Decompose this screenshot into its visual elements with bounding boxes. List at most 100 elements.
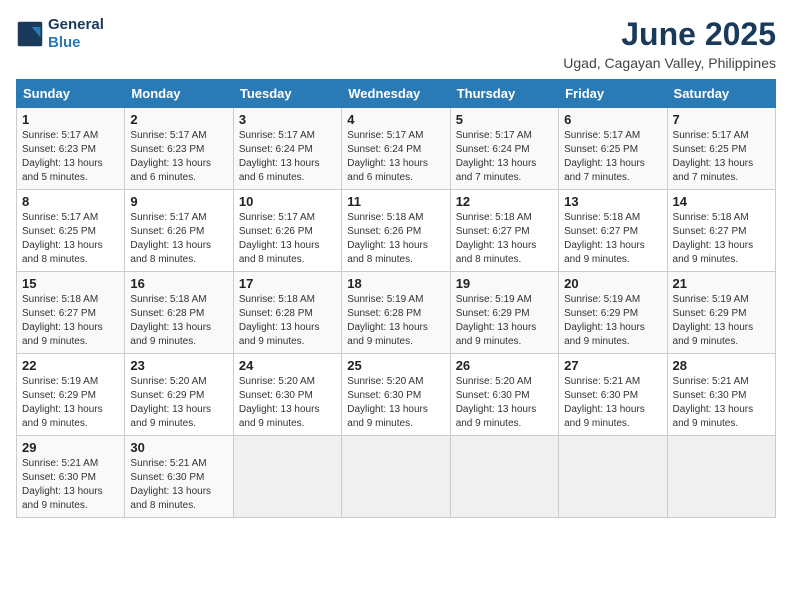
day-number: 23 xyxy=(130,358,227,373)
day-info: Sunrise: 5:17 AMSunset: 6:26 PMDaylight:… xyxy=(130,211,227,267)
day-number: 14 xyxy=(673,194,770,209)
day-cell: 16 Sunrise: 5:18 AMSunset: 6:28 PMDaylig… xyxy=(125,272,233,354)
day-cell: 2 Sunrise: 5:17 AMSunset: 6:23 PMDayligh… xyxy=(125,108,233,190)
day-info: Sunrise: 5:20 AMSunset: 6:30 PMDaylight:… xyxy=(456,375,553,431)
day-info: Sunrise: 5:17 AMSunset: 6:26 PMDaylight:… xyxy=(239,211,336,267)
day-number: 3 xyxy=(239,112,336,127)
day-cell: 6 Sunrise: 5:17 AMSunset: 6:25 PMDayligh… xyxy=(559,108,667,190)
day-number: 21 xyxy=(673,276,770,291)
day-number: 24 xyxy=(239,358,336,373)
day-number: 16 xyxy=(130,276,227,291)
day-info: Sunrise: 5:18 AMSunset: 6:28 PMDaylight:… xyxy=(239,293,336,349)
day-info: Sunrise: 5:19 AMSunset: 6:29 PMDaylight:… xyxy=(456,293,553,349)
day-info: Sunrise: 5:20 AMSunset: 6:30 PMDaylight:… xyxy=(347,375,444,431)
day-info: Sunrise: 5:20 AMSunset: 6:29 PMDaylight:… xyxy=(130,375,227,431)
day-info: Sunrise: 5:19 AMSunset: 6:28 PMDaylight:… xyxy=(347,293,444,349)
day-cell: 1 Sunrise: 5:17 AMSunset: 6:23 PMDayligh… xyxy=(17,108,125,190)
day-cell: 14 Sunrise: 5:18 AMSunset: 6:27 PMDaylig… xyxy=(667,190,775,272)
day-cell: 23 Sunrise: 5:20 AMSunset: 6:29 PMDaylig… xyxy=(125,354,233,436)
day-info: Sunrise: 5:21 AMSunset: 6:30 PMDaylight:… xyxy=(564,375,661,431)
col-header-thursday: Thursday xyxy=(450,80,558,108)
day-info: Sunrise: 5:19 AMSunset: 6:29 PMDaylight:… xyxy=(673,293,770,349)
day-cell: 30 Sunrise: 5:21 AMSunset: 6:30 PMDaylig… xyxy=(125,436,233,518)
day-cell xyxy=(450,436,558,518)
day-cell: 19 Sunrise: 5:19 AMSunset: 6:29 PMDaylig… xyxy=(450,272,558,354)
day-cell: 5 Sunrise: 5:17 AMSunset: 6:24 PMDayligh… xyxy=(450,108,558,190)
day-cell: 10 Sunrise: 5:17 AMSunset: 6:26 PMDaylig… xyxy=(233,190,341,272)
day-info: Sunrise: 5:18 AMSunset: 6:27 PMDaylight:… xyxy=(564,211,661,267)
day-cell: 12 Sunrise: 5:18 AMSunset: 6:27 PMDaylig… xyxy=(450,190,558,272)
day-number: 8 xyxy=(22,194,119,209)
header-row: SundayMondayTuesdayWednesdayThursdayFrid… xyxy=(17,80,776,108)
week-row-3: 15 Sunrise: 5:18 AMSunset: 6:27 PMDaylig… xyxy=(17,272,776,354)
location-subtitle: Ugad, Cagayan Valley, Philippines xyxy=(563,55,776,71)
day-number: 7 xyxy=(673,112,770,127)
day-cell: 15 Sunrise: 5:18 AMSunset: 6:27 PMDaylig… xyxy=(17,272,125,354)
day-cell xyxy=(233,436,341,518)
day-number: 27 xyxy=(564,358,661,373)
day-info: Sunrise: 5:17 AMSunset: 6:25 PMDaylight:… xyxy=(564,129,661,185)
day-number: 11 xyxy=(347,194,444,209)
week-row-1: 1 Sunrise: 5:17 AMSunset: 6:23 PMDayligh… xyxy=(17,108,776,190)
day-info: Sunrise: 5:17 AMSunset: 6:25 PMDaylight:… xyxy=(673,129,770,185)
col-header-tuesday: Tuesday xyxy=(233,80,341,108)
day-cell: 18 Sunrise: 5:19 AMSunset: 6:28 PMDaylig… xyxy=(342,272,450,354)
day-number: 17 xyxy=(239,276,336,291)
day-cell: 11 Sunrise: 5:18 AMSunset: 6:26 PMDaylig… xyxy=(342,190,450,272)
col-header-monday: Monday xyxy=(125,80,233,108)
day-info: Sunrise: 5:18 AMSunset: 6:27 PMDaylight:… xyxy=(22,293,119,349)
day-cell: 24 Sunrise: 5:20 AMSunset: 6:30 PMDaylig… xyxy=(233,354,341,436)
day-cell: 3 Sunrise: 5:17 AMSunset: 6:24 PMDayligh… xyxy=(233,108,341,190)
day-cell: 13 Sunrise: 5:18 AMSunset: 6:27 PMDaylig… xyxy=(559,190,667,272)
week-row-5: 29 Sunrise: 5:21 AMSunset: 6:30 PMDaylig… xyxy=(17,436,776,518)
day-info: Sunrise: 5:21 AMSunset: 6:30 PMDaylight:… xyxy=(130,457,227,513)
day-number: 28 xyxy=(673,358,770,373)
day-cell: 8 Sunrise: 5:17 AMSunset: 6:25 PMDayligh… xyxy=(17,190,125,272)
col-header-friday: Friday xyxy=(559,80,667,108)
col-header-wednesday: Wednesday xyxy=(342,80,450,108)
day-info: Sunrise: 5:21 AMSunset: 6:30 PMDaylight:… xyxy=(22,457,119,513)
calendar-title: June 2025 xyxy=(563,16,776,53)
day-number: 19 xyxy=(456,276,553,291)
day-info: Sunrise: 5:17 AMSunset: 6:24 PMDaylight:… xyxy=(456,129,553,185)
logo: General Blue xyxy=(16,16,104,52)
day-cell: 26 Sunrise: 5:20 AMSunset: 6:30 PMDaylig… xyxy=(450,354,558,436)
day-cell: 17 Sunrise: 5:18 AMSunset: 6:28 PMDaylig… xyxy=(233,272,341,354)
day-info: Sunrise: 5:20 AMSunset: 6:30 PMDaylight:… xyxy=(239,375,336,431)
day-number: 5 xyxy=(456,112,553,127)
day-info: Sunrise: 5:17 AMSunset: 6:25 PMDaylight:… xyxy=(22,211,119,267)
day-number: 6 xyxy=(564,112,661,127)
logo-text: General Blue xyxy=(48,16,104,52)
day-info: Sunrise: 5:18 AMSunset: 6:27 PMDaylight:… xyxy=(456,211,553,267)
calendar-table: SundayMondayTuesdayWednesdayThursdayFrid… xyxy=(16,79,776,518)
day-cell: 20 Sunrise: 5:19 AMSunset: 6:29 PMDaylig… xyxy=(559,272,667,354)
col-header-sunday: Sunday xyxy=(17,80,125,108)
day-cell: 21 Sunrise: 5:19 AMSunset: 6:29 PMDaylig… xyxy=(667,272,775,354)
day-cell: 22 Sunrise: 5:19 AMSunset: 6:29 PMDaylig… xyxy=(17,354,125,436)
day-cell: 29 Sunrise: 5:21 AMSunset: 6:30 PMDaylig… xyxy=(17,436,125,518)
day-cell: 25 Sunrise: 5:20 AMSunset: 6:30 PMDaylig… xyxy=(342,354,450,436)
week-row-4: 22 Sunrise: 5:19 AMSunset: 6:29 PMDaylig… xyxy=(17,354,776,436)
day-number: 2 xyxy=(130,112,227,127)
title-area: June 2025 Ugad, Cagayan Valley, Philippi… xyxy=(563,16,776,71)
day-info: Sunrise: 5:17 AMSunset: 6:24 PMDaylight:… xyxy=(239,129,336,185)
day-number: 29 xyxy=(22,440,119,455)
logo-icon xyxy=(16,20,44,48)
day-number: 4 xyxy=(347,112,444,127)
day-number: 30 xyxy=(130,440,227,455)
day-info: Sunrise: 5:19 AMSunset: 6:29 PMDaylight:… xyxy=(22,375,119,431)
day-number: 18 xyxy=(347,276,444,291)
day-info: Sunrise: 5:19 AMSunset: 6:29 PMDaylight:… xyxy=(564,293,661,349)
day-info: Sunrise: 5:17 AMSunset: 6:23 PMDaylight:… xyxy=(130,129,227,185)
day-info: Sunrise: 5:17 AMSunset: 6:24 PMDaylight:… xyxy=(347,129,444,185)
day-info: Sunrise: 5:17 AMSunset: 6:23 PMDaylight:… xyxy=(22,129,119,185)
day-info: Sunrise: 5:18 AMSunset: 6:26 PMDaylight:… xyxy=(347,211,444,267)
day-info: Sunrise: 5:21 AMSunset: 6:30 PMDaylight:… xyxy=(673,375,770,431)
day-number: 22 xyxy=(22,358,119,373)
day-info: Sunrise: 5:18 AMSunset: 6:27 PMDaylight:… xyxy=(673,211,770,267)
col-header-saturday: Saturday xyxy=(667,80,775,108)
day-number: 9 xyxy=(130,194,227,209)
day-cell: 7 Sunrise: 5:17 AMSunset: 6:25 PMDayligh… xyxy=(667,108,775,190)
day-number: 20 xyxy=(564,276,661,291)
day-number: 26 xyxy=(456,358,553,373)
